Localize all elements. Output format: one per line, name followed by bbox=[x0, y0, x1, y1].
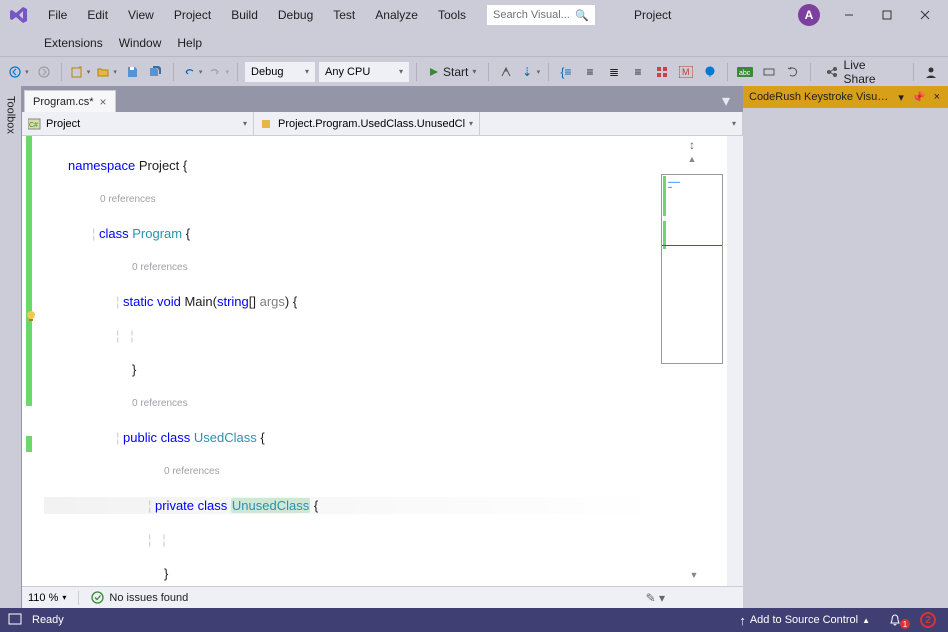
indent-lines-icon[interactable]: ≡ bbox=[579, 61, 601, 83]
maximize-button[interactable] bbox=[870, 3, 904, 27]
menu-file[interactable]: File bbox=[40, 4, 75, 26]
menu-extensions[interactable]: Extensions bbox=[36, 33, 111, 53]
code-editor[interactable]: namespace Project { 0 references ¦ class… bbox=[22, 136, 743, 586]
source-control-button[interactable]: ↑ Add to Source Control ▲ bbox=[735, 613, 874, 628]
menu-window[interactable]: Window bbox=[111, 33, 170, 53]
svg-text:C#: C# bbox=[29, 122, 38, 129]
close-button[interactable] bbox=[908, 3, 942, 27]
csharp-project-icon: C# bbox=[28, 118, 42, 130]
marker-icon[interactable] bbox=[699, 61, 721, 83]
align-icon[interactable]: ≡ bbox=[627, 61, 649, 83]
menu-tools[interactable]: Tools bbox=[430, 4, 474, 26]
minimize-button[interactable] bbox=[832, 3, 866, 27]
main-toolbar: Debug Any CPU Start ▾ ⇣ {≡ ≡ ≣ ≡ M abc L… bbox=[0, 56, 948, 86]
editor-gutter bbox=[22, 136, 44, 586]
issues-indicator[interactable]: No issues found bbox=[91, 591, 188, 604]
panel-dropdown-icon[interactable]: ▾ bbox=[896, 91, 906, 104]
abc-icon[interactable]: abc bbox=[734, 61, 756, 83]
menu-debug[interactable]: Debug bbox=[270, 4, 321, 26]
expand-up-icon[interactable]: ▲ bbox=[688, 154, 697, 164]
liveshare-button[interactable]: Live Share bbox=[817, 61, 907, 83]
nav-project-dropdown[interactable]: C# Project ▾ bbox=[22, 112, 254, 135]
document-tabbar: Program.cs* × ▾ bbox=[22, 86, 743, 112]
save-button[interactable] bbox=[121, 61, 143, 83]
feedback-icon[interactable]: 2 bbox=[916, 612, 940, 628]
scrollbar-rail[interactable] bbox=[727, 136, 743, 586]
code-area[interactable]: namespace Project { 0 references ¦ class… bbox=[44, 136, 661, 586]
save-all-button[interactable] bbox=[145, 61, 167, 83]
menu-view[interactable]: View bbox=[120, 4, 162, 26]
nav-class-dropdown[interactable]: Project.Program.UsedClass.UnusedCl ▾ bbox=[254, 112, 480, 135]
new-item-button[interactable] bbox=[68, 61, 93, 83]
brush-icon[interactable]: ✎ ▾ bbox=[646, 591, 665, 605]
bottom-statusbar: Ready ↑ Add to Source Control ▲ 1 2 bbox=[0, 608, 948, 632]
user-icon[interactable] bbox=[920, 61, 942, 83]
lightbulb-icon[interactable] bbox=[24, 309, 38, 323]
quick-search-input[interactable]: Search Visual... 🔍 bbox=[486, 4, 596, 26]
search-icon: 🔍 bbox=[575, 9, 589, 22]
menu-build[interactable]: Build bbox=[223, 4, 266, 26]
liveshare-icon bbox=[825, 65, 839, 79]
rect-icon[interactable] bbox=[758, 61, 780, 83]
class-icon bbox=[260, 118, 274, 130]
svg-text:M: M bbox=[682, 67, 690, 77]
grid-icon[interactable] bbox=[651, 61, 673, 83]
indent-icon[interactable]: ≣ bbox=[603, 61, 625, 83]
nav-breadcrumb-bar: C# Project ▾ Project.Program.UsedClass.U… bbox=[22, 112, 743, 136]
svg-text:abc: abc bbox=[739, 70, 751, 77]
menu-project[interactable]: Project bbox=[166, 4, 219, 26]
code-minimap[interactable]: ▬▬▬▬ bbox=[661, 174, 723, 364]
sync-icon[interactable] bbox=[782, 61, 804, 83]
tab-close-icon[interactable]: × bbox=[100, 95, 107, 109]
status-ready: Ready bbox=[32, 614, 64, 626]
window-icon[interactable] bbox=[8, 613, 22, 628]
panel-body bbox=[743, 108, 948, 608]
expand-down-icon[interactable]: ▼ bbox=[661, 564, 727, 586]
platform-dropdown[interactable]: Any CPU bbox=[318, 61, 410, 83]
notifications-bell-icon[interactable]: 1 bbox=[884, 613, 906, 627]
tool-icon-1[interactable] bbox=[495, 61, 517, 83]
tab-program-cs[interactable]: Program.cs* × bbox=[24, 90, 116, 112]
nav-forward-button[interactable] bbox=[33, 61, 55, 83]
step-icon[interactable]: ⇣ bbox=[519, 61, 542, 83]
menu-edit[interactable]: Edit bbox=[79, 4, 116, 26]
outdent-icon[interactable]: {≡ bbox=[555, 61, 577, 83]
start-debug-button[interactable]: Start ▾ bbox=[423, 61, 482, 83]
open-file-button[interactable] bbox=[94, 61, 119, 83]
m-icon[interactable]: M bbox=[675, 61, 697, 83]
panel-pin-icon[interactable]: 📌 bbox=[910, 91, 928, 104]
config-dropdown[interactable]: Debug bbox=[244, 61, 316, 83]
checkmark-icon bbox=[91, 591, 104, 604]
split-horizontal-icon[interactable]: ↕ bbox=[689, 138, 695, 152]
solution-name-label[interactable]: Project bbox=[624, 4, 681, 26]
undo-button[interactable] bbox=[180, 61, 205, 83]
panel-close-icon[interactable]: × bbox=[932, 91, 942, 103]
toolbox-sidebar[interactable]: Toolbox bbox=[0, 86, 22, 608]
panel-header[interactable]: CodeRush Keystroke Visuali... ▾ 📌 × bbox=[743, 86, 948, 108]
search-placeholder: Search Visual... bbox=[493, 9, 570, 21]
nav-member-dropdown[interactable]: ▾ bbox=[480, 112, 743, 135]
menu-help[interactable]: Help bbox=[169, 33, 210, 53]
menubar-row1: File Edit View Project Build Debug Test … bbox=[0, 0, 948, 30]
menu-test[interactable]: Test bbox=[325, 4, 363, 26]
tab-dropdown-icon[interactable]: ▾ bbox=[715, 90, 737, 112]
toolbox-label: Toolbox bbox=[5, 96, 17, 134]
user-avatar[interactable]: A bbox=[798, 4, 820, 26]
menu-analyze[interactable]: Analyze bbox=[367, 4, 426, 26]
coderush-panel: CodeRush Keystroke Visuali... ▾ 📌 × bbox=[743, 86, 948, 608]
nav-back-button[interactable] bbox=[6, 61, 31, 83]
menubar-row2: Extensions Window Help bbox=[0, 30, 948, 56]
zoom-dropdown[interactable]: 110 % ▾ bbox=[28, 592, 66, 604]
editor-statusbar: 110 % ▾ No issues found ✎ ▾ bbox=[22, 586, 743, 608]
vs-logo-icon bbox=[6, 5, 32, 25]
redo-button[interactable] bbox=[206, 61, 231, 83]
